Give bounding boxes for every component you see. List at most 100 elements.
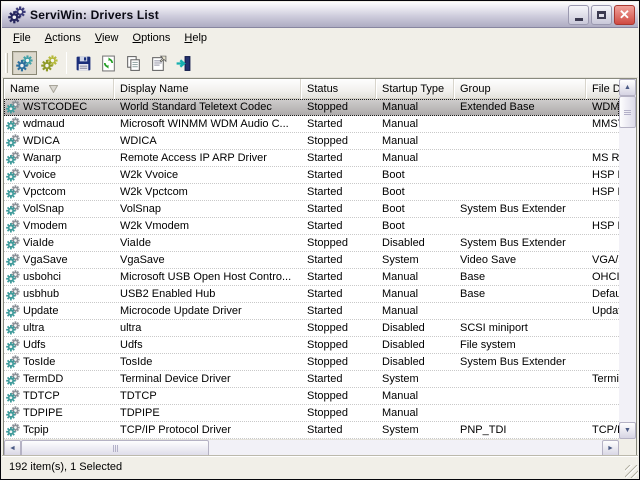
table-row[interactable]: VolSnapVolSnapStartedBootSystem Bus Exte… xyxy=(4,201,619,218)
exit-button[interactable] xyxy=(171,51,196,75)
table-row[interactable]: ViaIdeViaIdeStoppedDisabledSystem Bus Ex… xyxy=(4,235,619,252)
menu-file[interactable]: File xyxy=(6,29,38,47)
sort-descending-icon xyxy=(49,85,58,93)
minimize-icon xyxy=(575,18,583,21)
cell-name: Tcpip xyxy=(4,422,114,438)
cell-group: System Bus Extender xyxy=(454,354,586,370)
table-row[interactable]: TermDDTerminal Device DriverStartedSyste… xyxy=(4,371,619,388)
drivers-list-button[interactable] xyxy=(12,51,37,75)
cell-name: TosIde xyxy=(4,354,114,370)
cell-status: Started xyxy=(301,184,376,200)
cell-display-name: Microsoft USB Open Host Contro... xyxy=(114,269,301,285)
table-row[interactable]: UdfsUdfsStoppedDisabledFile system xyxy=(4,337,619,354)
arrow-right-icon: ► xyxy=(607,445,614,452)
cell-name: TDPIPE xyxy=(4,405,114,421)
driver-name: Vmodem xyxy=(23,220,67,232)
resize-grip-icon[interactable] xyxy=(625,465,638,478)
table-row[interactable]: usbohci Microsoft USB Open Host Contro...… xyxy=(4,269,619,286)
driver-gears-icon xyxy=(6,372,20,386)
driver-gears-icon xyxy=(6,287,20,301)
driver-gears-icon xyxy=(6,270,20,284)
copy-button[interactable] xyxy=(121,51,146,75)
table-row[interactable]: UpdateMicrocode Update DriverStartedManu… xyxy=(4,303,619,320)
cell-file-description: HSP M xyxy=(586,218,619,234)
vertical-scroll-thumb[interactable] xyxy=(619,96,636,128)
table-row[interactable]: WanarpRemote Access IP ARP DriverStarted… xyxy=(4,150,619,167)
table-row[interactable]: usbhubUSB2 Enabled HubStartedManualBaseD… xyxy=(4,286,619,303)
cell-file-description xyxy=(586,235,619,251)
cell-status: Started xyxy=(301,116,376,132)
cell-display-name: Microcode Update Driver xyxy=(114,303,301,319)
table-row[interactable]: TosIdeTosIdeStoppedDisabledSystem Bus Ex… xyxy=(4,354,619,371)
table-row[interactable]: TDPIPETDPIPEStoppedManual xyxy=(4,405,619,422)
driver-name: VgaSave xyxy=(23,254,68,266)
cell-status: Stopped xyxy=(301,320,376,336)
table-row[interactable]: TcpipTCP/IP Protocol DriverStartedSystem… xyxy=(4,422,619,439)
cell-name: WDICA xyxy=(4,133,114,149)
refresh-button[interactable] xyxy=(96,51,121,75)
driver-name: WDICA xyxy=(23,135,60,147)
table-row[interactable]: wdmaudMicrosoft WINMM WDM Audio C...Star… xyxy=(4,116,619,133)
driver-name: usbohci xyxy=(23,271,61,283)
olive-gears-icon xyxy=(41,55,58,72)
horizontal-scrollbar[interactable]: ◄ ► xyxy=(4,439,619,456)
driver-gears-icon xyxy=(6,236,20,250)
column-header-file-description[interactable]: File De xyxy=(586,79,619,99)
column-header-display-name[interactable]: Display Name xyxy=(114,79,301,99)
close-button[interactable]: ✕ xyxy=(614,5,635,25)
driver-gears-icon xyxy=(6,151,20,165)
cell-name: usbhub xyxy=(4,286,114,302)
driver-gears-icon xyxy=(6,304,20,318)
table-row[interactable]: VvoiceW2k VvoiceStartedBootHSP M xyxy=(4,167,619,184)
cell-startup-type: Manual xyxy=(376,388,454,404)
column-header-status[interactable]: Status xyxy=(301,79,376,99)
table-row[interactable]: WDICAWDICAStoppedManual xyxy=(4,133,619,150)
cell-display-name: TDTCP xyxy=(114,388,301,404)
menu-help[interactable]: Help xyxy=(177,29,214,47)
title-bar[interactable]: ServiWin: Drivers List ✕ xyxy=(2,2,638,28)
maximize-button[interactable] xyxy=(591,5,612,25)
driver-name: TermDD xyxy=(23,373,63,385)
table-row[interactable]: VpctcomW2k VpctcomStartedBootHSP M xyxy=(4,184,619,201)
cell-status: Stopped xyxy=(301,337,376,353)
services-list-button[interactable] xyxy=(37,51,62,75)
vertical-scrollbar[interactable]: ▲ ▼ xyxy=(619,79,636,439)
toolbar-grip[interactable] xyxy=(5,53,8,73)
cell-group: Base xyxy=(454,269,586,285)
cell-group xyxy=(454,303,586,319)
menu-options[interactable]: Options xyxy=(126,29,178,47)
cell-name: TermDD xyxy=(4,371,114,387)
table-row[interactable]: VmodemW2k VmodemStartedBootHSP M xyxy=(4,218,619,235)
scroll-down-button[interactable]: ▼ xyxy=(619,422,636,439)
cell-status: Stopped xyxy=(301,99,376,115)
driver-name: ultra xyxy=(23,322,44,334)
driver-name: wdmaud xyxy=(23,118,65,130)
save-button[interactable] xyxy=(71,51,96,75)
thumb-grip xyxy=(113,445,114,452)
cell-startup-type: System xyxy=(376,371,454,387)
cell-group xyxy=(454,371,586,387)
cell-startup-type: Manual xyxy=(376,286,454,302)
cell-startup-type: Disabled xyxy=(376,354,454,370)
cell-name: WSTCODEC xyxy=(4,99,114,115)
list-header: Name Display Name Status Startup Type Gr… xyxy=(4,79,619,99)
menu-view[interactable]: View xyxy=(88,29,126,47)
table-row[interactable]: VgaSaveVgaSaveStartedSystemVideo SaveVGA… xyxy=(4,252,619,269)
driver-gears-icon xyxy=(6,389,20,403)
column-header-startup-type[interactable]: Startup Type xyxy=(376,79,454,99)
cell-group xyxy=(454,388,586,404)
properties-button[interactable] xyxy=(146,51,171,75)
table-row[interactable]: WSTCODECWorld Standard Teletext CodecSto… xyxy=(4,99,619,116)
cell-display-name: TCP/IP Protocol Driver xyxy=(114,422,301,438)
scroll-up-button[interactable]: ▲ xyxy=(619,79,636,96)
cell-file-description xyxy=(586,405,619,421)
column-header-group[interactable]: Group xyxy=(454,79,586,99)
menu-actions[interactable]: Actions xyxy=(38,29,88,47)
minimize-button[interactable] xyxy=(568,5,589,25)
column-header-name[interactable]: Name xyxy=(4,79,114,99)
table-row[interactable]: TDTCPTDTCPStoppedManual xyxy=(4,388,619,405)
maximize-icon xyxy=(597,11,606,19)
column-label: Startup Type xyxy=(382,83,444,95)
table-row[interactable]: ultraultraStoppedDisabledSCSI miniport xyxy=(4,320,619,337)
driver-name: ViaIde xyxy=(23,237,54,249)
